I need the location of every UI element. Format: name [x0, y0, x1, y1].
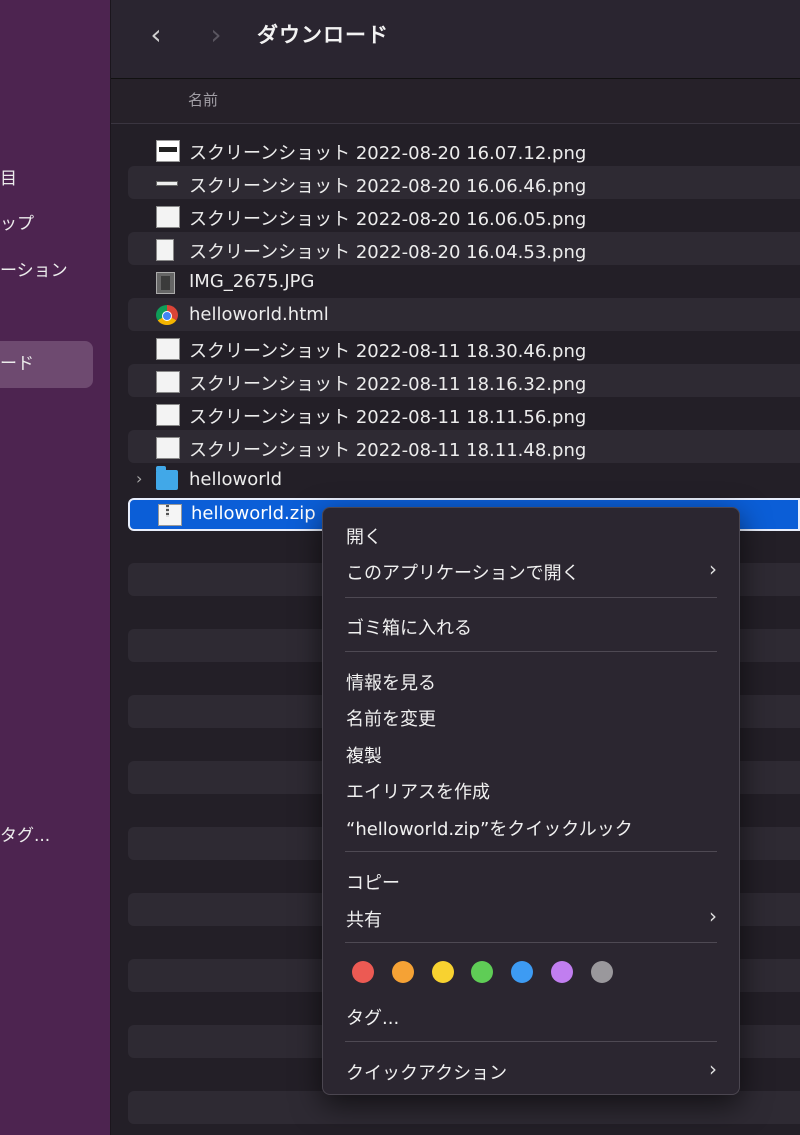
menu-item-open[interactable]: 開く: [323, 517, 739, 551]
chevron-right-icon: ›: [709, 1057, 717, 1081]
file-name: スクリーンショット 2022-08-11 18.30.46.png: [189, 341, 587, 362]
menu-item-open-with[interactable]: このアプリケーションで開く ›: [323, 553, 739, 587]
file-row[interactable]: スクリーンショット 2022-08-20 16.06.05.png: [128, 199, 800, 232]
menu-separator: [345, 942, 717, 943]
column-header-name[interactable]: 名前: [188, 89, 218, 110]
image-icon: [156, 338, 180, 360]
file-name: helloworld.zip: [191, 503, 316, 524]
folder-icon: [156, 466, 178, 490]
sidebar-item-0[interactable]: 目: [0, 164, 17, 194]
context-menu: 開く このアプリケーションで開く › ゴミ箱に入れる 情報を見る 名前を変更 複…: [322, 507, 740, 1095]
window-title: ダウンロード: [257, 23, 389, 47]
image-icon: [156, 404, 180, 426]
zip-icon: [158, 504, 182, 526]
back-button[interactable]: ‹: [141, 18, 171, 52]
chevron-right-icon: ›: [709, 904, 717, 928]
column-header: 名前: [111, 79, 800, 124]
sidebar-item-2[interactable]: ーション: [0, 256, 68, 286]
file-name: スクリーンショット 2022-08-20 16.04.53.png: [189, 242, 587, 263]
file-row[interactable]: スクリーンショット 2022-08-11 18.11.56.png: [128, 397, 800, 430]
file-name: スクリーンショット 2022-08-11 18.11.48.png: [189, 440, 587, 461]
menu-item-tags[interactable]: タグ...: [323, 998, 739, 1032]
file-name: スクリーンショット 2022-08-20 16.06.46.png: [189, 176, 587, 197]
file-row[interactable]: スクリーンショット 2022-08-11 18.16.32.png: [128, 364, 800, 397]
image-icon: [156, 239, 174, 261]
file-row[interactable]: スクリーンショット 2022-08-20 16.06.46.png: [128, 166, 800, 199]
menu-separator: [345, 851, 717, 852]
sidebar-item-1[interactable]: ップ: [0, 209, 34, 239]
chevron-right-icon: ›: [709, 557, 717, 581]
file-name: スクリーンショット 2022-08-20 16.07.12.png: [189, 143, 587, 164]
file-name: helloworld: [189, 469, 283, 490]
file-name: スクリーンショット 2022-08-20 16.06.05.png: [189, 209, 587, 230]
file-name: スクリーンショット 2022-08-11 18.16.32.png: [189, 374, 587, 395]
file-name: スクリーンショット 2022-08-11 18.11.56.png: [189, 407, 587, 428]
sidebar: 目 ップ ーション ード タグ...: [0, 0, 111, 1135]
disclosure-triangle-icon[interactable]: ›: [136, 469, 142, 488]
tag-green-dot[interactable]: [471, 961, 493, 983]
file-row[interactable]: helloworld.html: [128, 298, 800, 331]
menu-item-rename[interactable]: 名前を変更: [323, 699, 739, 733]
photo-icon: [156, 272, 175, 294]
toolbar: ‹ › ダウンロード: [111, 0, 800, 79]
sidebar-item-tags[interactable]: タグ...: [0, 821, 50, 851]
file-row[interactable]: › helloworld: [128, 463, 800, 496]
file-row[interactable]: スクリーンショット 2022-08-20 16.04.53.png: [128, 232, 800, 265]
menu-item-get-info[interactable]: 情報を見る: [323, 663, 739, 697]
image-icon: [156, 140, 180, 162]
file-name: IMG_2675.JPG: [189, 271, 315, 292]
empty-row: [128, 1091, 800, 1124]
file-row[interactable]: スクリーンショット 2022-08-20 16.07.12.png: [128, 133, 800, 166]
menu-separator: [345, 651, 717, 652]
tag-gray-dot[interactable]: [591, 961, 613, 983]
tag-yellow-dot[interactable]: [432, 961, 454, 983]
sidebar-item-downloads[interactable]: ード: [0, 349, 34, 379]
chrome-icon: [156, 305, 178, 325]
image-icon: [156, 206, 180, 228]
tag-blue-dot[interactable]: [511, 961, 533, 983]
chevron-right-icon: ›: [210, 18, 222, 51]
finder-window: 目 ップ ーション ード タグ... ‹ › ダウンロード 名前 スクリーンショ…: [0, 0, 800, 1135]
image-icon: [156, 437, 180, 459]
chevron-left-icon: ‹: [150, 18, 162, 51]
menu-item-share[interactable]: 共有 ›: [323, 900, 739, 934]
menu-item-quick-look[interactable]: “helloworld.zip”をクイックルック: [323, 809, 739, 843]
menu-separator: [345, 597, 717, 598]
menu-item-quick-actions[interactable]: クイックアクション ›: [323, 1053, 739, 1087]
menu-item-copy[interactable]: コピー: [323, 863, 739, 897]
menu-item-make-alias[interactable]: エイリアスを作成: [323, 772, 739, 806]
image-icon: [156, 173, 178, 193]
tag-red-dot[interactable]: [352, 961, 374, 983]
file-row[interactable]: IMG_2675.JPG: [128, 265, 800, 298]
menu-item-duplicate[interactable]: 複製: [323, 736, 739, 770]
tag-purple-dot[interactable]: [551, 961, 573, 983]
image-icon: [156, 371, 180, 393]
menu-item-move-to-trash[interactable]: ゴミ箱に入れる: [323, 608, 739, 642]
forward-button[interactable]: ›: [201, 18, 231, 52]
menu-separator: [345, 1041, 717, 1042]
tag-orange-dot[interactable]: [392, 961, 414, 983]
file-row[interactable]: スクリーンショット 2022-08-11 18.11.48.png: [128, 430, 800, 463]
file-name: helloworld.html: [189, 304, 329, 325]
file-row[interactable]: スクリーンショット 2022-08-11 18.30.46.png: [128, 331, 800, 364]
